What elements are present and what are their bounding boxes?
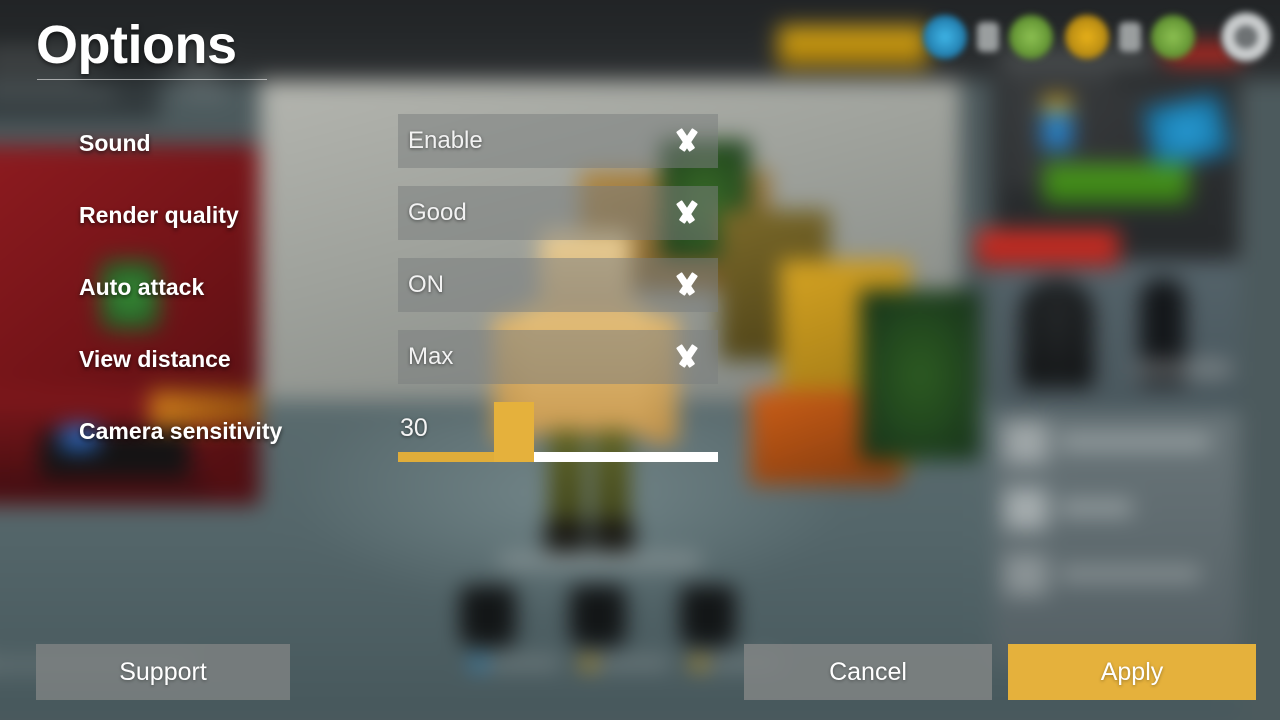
setting-label-auto-attack: Auto attack [79, 274, 205, 300]
support-button[interactable]: Support [36, 644, 290, 700]
chevron-down-icon [670, 274, 704, 296]
page-title: Options [36, 15, 237, 75]
setting-label-view-distance: View distance [79, 346, 231, 372]
dropdown-value-view-distance: Max [408, 343, 454, 370]
title-underline [37, 79, 267, 80]
apply-button[interactable]: Apply [1008, 644, 1256, 700]
chevron-down-icon [670, 346, 704, 368]
setting-row-auto-attack: Auto attack ON [0, 258, 1280, 314]
setting-label-camera-sensitivity: Camera sensitivity [79, 418, 283, 444]
slider-track-remaining [514, 452, 718, 462]
game-options-screen: Options Sound Enable Render quality Good… [0, 0, 1280, 720]
cancel-button[interactable]: Cancel [744, 644, 992, 700]
dropdown-auto-attack[interactable]: ON [398, 258, 718, 312]
setting-row-view-distance: View distance Max [0, 330, 1280, 386]
dropdown-view-distance[interactable]: Max [398, 330, 718, 384]
setting-label-sound: Sound [79, 130, 151, 156]
dropdown-sound[interactable]: Enable [398, 114, 718, 168]
dropdown-value-sound: Enable [408, 127, 483, 154]
setting-row-sound: Sound Enable [0, 114, 1280, 170]
slider-handle-icon[interactable] [494, 402, 534, 462]
chevron-down-icon [670, 130, 704, 152]
slider-value-label: 30 [400, 414, 428, 442]
options-panel: Options Sound Enable Render quality Good… [0, 0, 1280, 720]
dropdown-value-render-quality: Good [408, 199, 467, 226]
setting-label-render-quality: Render quality [79, 202, 239, 228]
chevron-down-icon [670, 202, 704, 224]
setting-row-render-quality: Render quality Good [0, 186, 1280, 242]
dropdown-render-quality[interactable]: Good [398, 186, 718, 240]
dropdown-value-auto-attack: ON [408, 271, 444, 298]
camera-sensitivity-slider[interactable]: 30 [398, 402, 718, 464]
